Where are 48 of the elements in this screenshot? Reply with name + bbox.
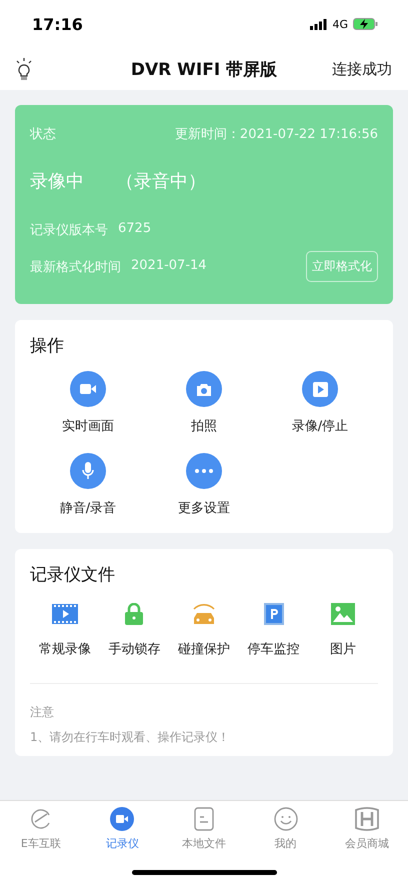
action-button[interactable]: 更多设置 (146, 453, 262, 517)
camera-icon (196, 382, 212, 396)
file-category[interactable]: 碰撞保护 (169, 602, 239, 658)
network-type: 4G (332, 18, 348, 30)
section-title: 操作 (30, 335, 65, 357)
video-camera-icon (80, 383, 96, 395)
more-icon (195, 469, 213, 473)
note-title: 注意 (30, 704, 55, 721)
tab-item[interactable]: 会员商城 (326, 807, 408, 851)
section-title: 记录仪文件 (30, 564, 116, 586)
file-category[interactable]: 图片 (308, 602, 378, 658)
action-button[interactable]: 拍照 (146, 371, 262, 435)
tab-item[interactable]: E车互联 (0, 807, 82, 851)
film-icon (52, 604, 78, 624)
action-button[interactable]: 静音/录音 (30, 453, 146, 517)
tab-item[interactable]: 记录仪 (82, 807, 164, 851)
video-camera-icon (110, 807, 134, 831)
tab-item[interactable]: 我的 (244, 807, 326, 851)
h-logo-icon (354, 807, 380, 831)
parking-sign-icon (264, 603, 284, 625)
signal-icon (310, 18, 328, 30)
smiley-icon (274, 807, 298, 831)
app-title: DVR WIFI 带屏版 (130, 58, 278, 80)
version-label: 记录仪版本号 (30, 222, 108, 239)
tab-item[interactable]: 本地文件 (163, 807, 245, 851)
file-category[interactable]: 手动锁存 (100, 602, 170, 658)
status-label: 状态 (30, 126, 56, 143)
update-time: 更新时间：2021-07-22 17:16:56 (174, 126, 378, 143)
version-number: 6725 (118, 221, 152, 238)
format-date: 2021-07-14 (131, 258, 207, 274)
lock-icon (125, 603, 144, 625)
status-time: 17:16 (32, 14, 83, 34)
microphone-icon (82, 462, 94, 480)
action-button[interactable]: 实时画面 (30, 371, 146, 435)
battery-charging-icon (353, 18, 378, 30)
play-icon (312, 382, 328, 396)
file-category[interactable]: 停车监控 (238, 602, 308, 658)
light-bulb-icon[interactable] (16, 58, 32, 80)
file-category[interactable]: 常规录像 (30, 602, 100, 658)
document-icon (194, 807, 214, 831)
format-time-label: 最新格式化时间 (30, 258, 121, 276)
action-button[interactable]: 录像/停止 (262, 371, 378, 435)
image-icon (331, 603, 356, 625)
audio-status: （录音中） (116, 170, 206, 193)
car-icon (190, 602, 217, 626)
note-text: 1、请勿在行车时观看、操作记录仪！ (30, 729, 231, 746)
recording-status: 录像中 (30, 170, 84, 193)
connection-status: 连接成功 (332, 60, 392, 78)
